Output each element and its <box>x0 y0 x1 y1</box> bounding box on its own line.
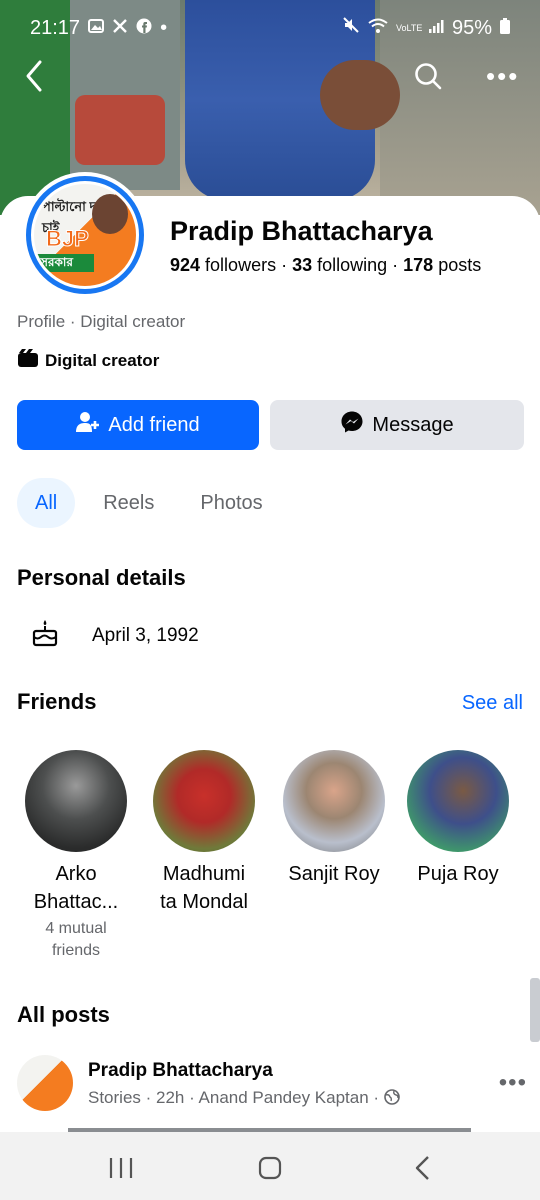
birthday-row: April 3, 1992 <box>30 618 199 654</box>
post-meta: Stories · 22h · Anand Pandey Kaptan · <box>88 1088 400 1108</box>
following-label: following · <box>312 255 404 275</box>
posts-label: posts <box>433 255 482 275</box>
profile-name: Pradip Bhattacharya <box>170 216 433 246</box>
profile-category: Digital creator <box>17 348 159 373</box>
profile-avatar[interactable]: পাল্টানো দরকার চাই BJP সরকার <box>22 172 148 298</box>
friend-card[interactable]: Sanjit Roy <box>274 750 394 888</box>
image-icon <box>88 18 105 39</box>
see-all-friends-link[interactable]: See all <box>462 692 523 715</box>
friend-mutual: 4 mutual friends <box>45 920 107 959</box>
add-friend-icon <box>76 411 100 439</box>
mute-icon <box>342 16 360 40</box>
category-label: Digital creator <box>45 350 160 370</box>
scrollbar[interactable] <box>530 978 540 1042</box>
profile-stats: 924 followers · 33 following · 178 posts <box>170 255 481 276</box>
status-bar: 21:17 • VoLTE 95% <box>0 0 540 56</box>
profile-tabs: All Reels Photos <box>17 478 281 528</box>
back-icon[interactable] <box>22 58 46 94</box>
followers-label: followers · <box>200 255 293 275</box>
more-options-icon[interactable]: ••• <box>486 63 518 89</box>
home-icon[interactable] <box>255 1154 285 1182</box>
add-friend-button[interactable]: Add friend <box>17 400 259 450</box>
lte-icon: VoLTE <box>395 22 423 33</box>
posts-count: 178 <box>403 255 434 275</box>
signal-icon <box>428 17 444 40</box>
friend-card[interactable]: Madhumi ta Mondal <box>144 750 264 916</box>
friends-title: Friends <box>17 689 97 714</box>
facebook-icon <box>136 18 152 39</box>
following-count[interactable]: 33 <box>292 255 312 275</box>
tab-photos[interactable]: Photos <box>182 478 280 528</box>
top-bar: ••• <box>0 58 540 98</box>
system-nav-bar <box>0 1132 540 1200</box>
cake-icon <box>30 618 60 654</box>
tab-reels[interactable]: Reels <box>85 478 172 528</box>
avatar-text-bjp: BJP <box>46 226 90 252</box>
friend-avatar <box>407 750 509 852</box>
add-friend-label: Add friend <box>108 413 200 436</box>
cover-bag <box>75 95 165 165</box>
post-meta-text: Stories · 22h · Anand Pandey Kaptan · <box>88 1088 380 1107</box>
friend-avatar <box>25 750 127 852</box>
status-time: 21:17 <box>30 16 81 39</box>
profile-subtitle: Profile · Digital creator <box>17 312 186 331</box>
friend-card[interactable]: Puja Roy <box>398 750 518 888</box>
avatar-text-bottom: সরকার <box>40 255 74 269</box>
birthday-value: April 3, 1992 <box>92 625 199 646</box>
friend-card[interactable]: Arko Bhattac... 4 mutual friends <box>16 750 136 962</box>
clapperboard-icon <box>17 348 39 373</box>
messenger-icon <box>340 410 364 440</box>
friend-avatar <box>153 750 255 852</box>
battery-percent: 95% <box>451 16 492 39</box>
friend-name: Madhumi ta Mondal <box>160 863 248 913</box>
post-more-icon[interactable]: ••• <box>499 1069 527 1097</box>
status-dot: • <box>160 16 168 39</box>
message-button[interactable]: Message <box>270 400 524 450</box>
friend-avatar <box>283 750 385 852</box>
avatar-ring: পাল্টানো দরকার চাই BJP সরকার <box>26 176 144 294</box>
post-author-name[interactable]: Pradip Bhattacharya <box>88 1060 273 1082</box>
tab-all[interactable]: All <box>17 478 76 528</box>
personal-details-title: Personal details <box>17 565 186 590</box>
post-header: Pradip Bhattacharya Stories · 22h · Anan… <box>17 1055 527 1115</box>
recent-apps-icon[interactable] <box>106 1154 136 1182</box>
avatar-face <box>92 194 128 234</box>
friend-name: Arko Bhattac... <box>33 863 119 913</box>
system-back-icon[interactable] <box>408 1154 438 1182</box>
battery-icon <box>500 17 510 40</box>
x-icon <box>112 18 128 39</box>
wifi-icon <box>368 17 388 40</box>
followers-count[interactable]: 924 <box>170 255 200 275</box>
friend-name: Sanjit Roy <box>288 863 380 885</box>
all-posts-title: All posts <box>17 1002 110 1027</box>
message-label: Message <box>372 413 454 436</box>
post-author-avatar[interactable] <box>17 1055 73 1111</box>
avatar-image: পাল্টানো দরকার চাই BJP সরকার <box>34 184 136 286</box>
globe-icon <box>384 1088 400 1107</box>
profile-sheet <box>0 196 540 1136</box>
search-icon[interactable] <box>414 62 442 90</box>
friend-name: Puja Roy <box>417 863 499 885</box>
